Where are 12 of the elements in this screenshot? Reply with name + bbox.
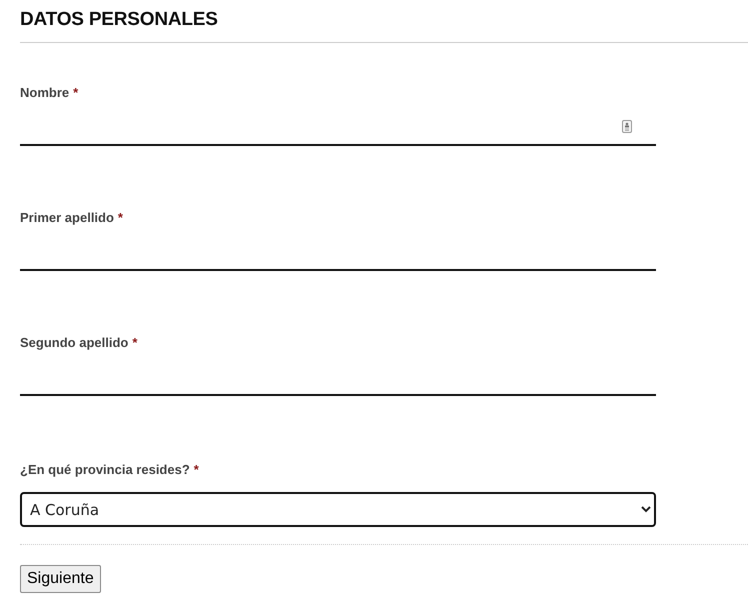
- required-asterisk: *: [194, 461, 199, 479]
- contact-card-icon[interactable]: [622, 120, 632, 132]
- field-label: Segundo apellido: [20, 334, 128, 352]
- section-title: DATOS PERSONALES: [20, 8, 219, 32]
- next-button[interactable]: Siguiente: [20, 565, 101, 593]
- field-label: ¿En qué provincia resides?: [20, 461, 190, 479]
- required-asterisk: *: [132, 334, 138, 352]
- field-label: Primer apellido: [20, 209, 114, 227]
- province-select[interactable]: A Coruña: [20, 492, 656, 527]
- field-label: Nombre: [20, 84, 70, 102]
- required-asterisk: *: [118, 209, 123, 227]
- required-asterisk: *: [73, 84, 78, 102]
